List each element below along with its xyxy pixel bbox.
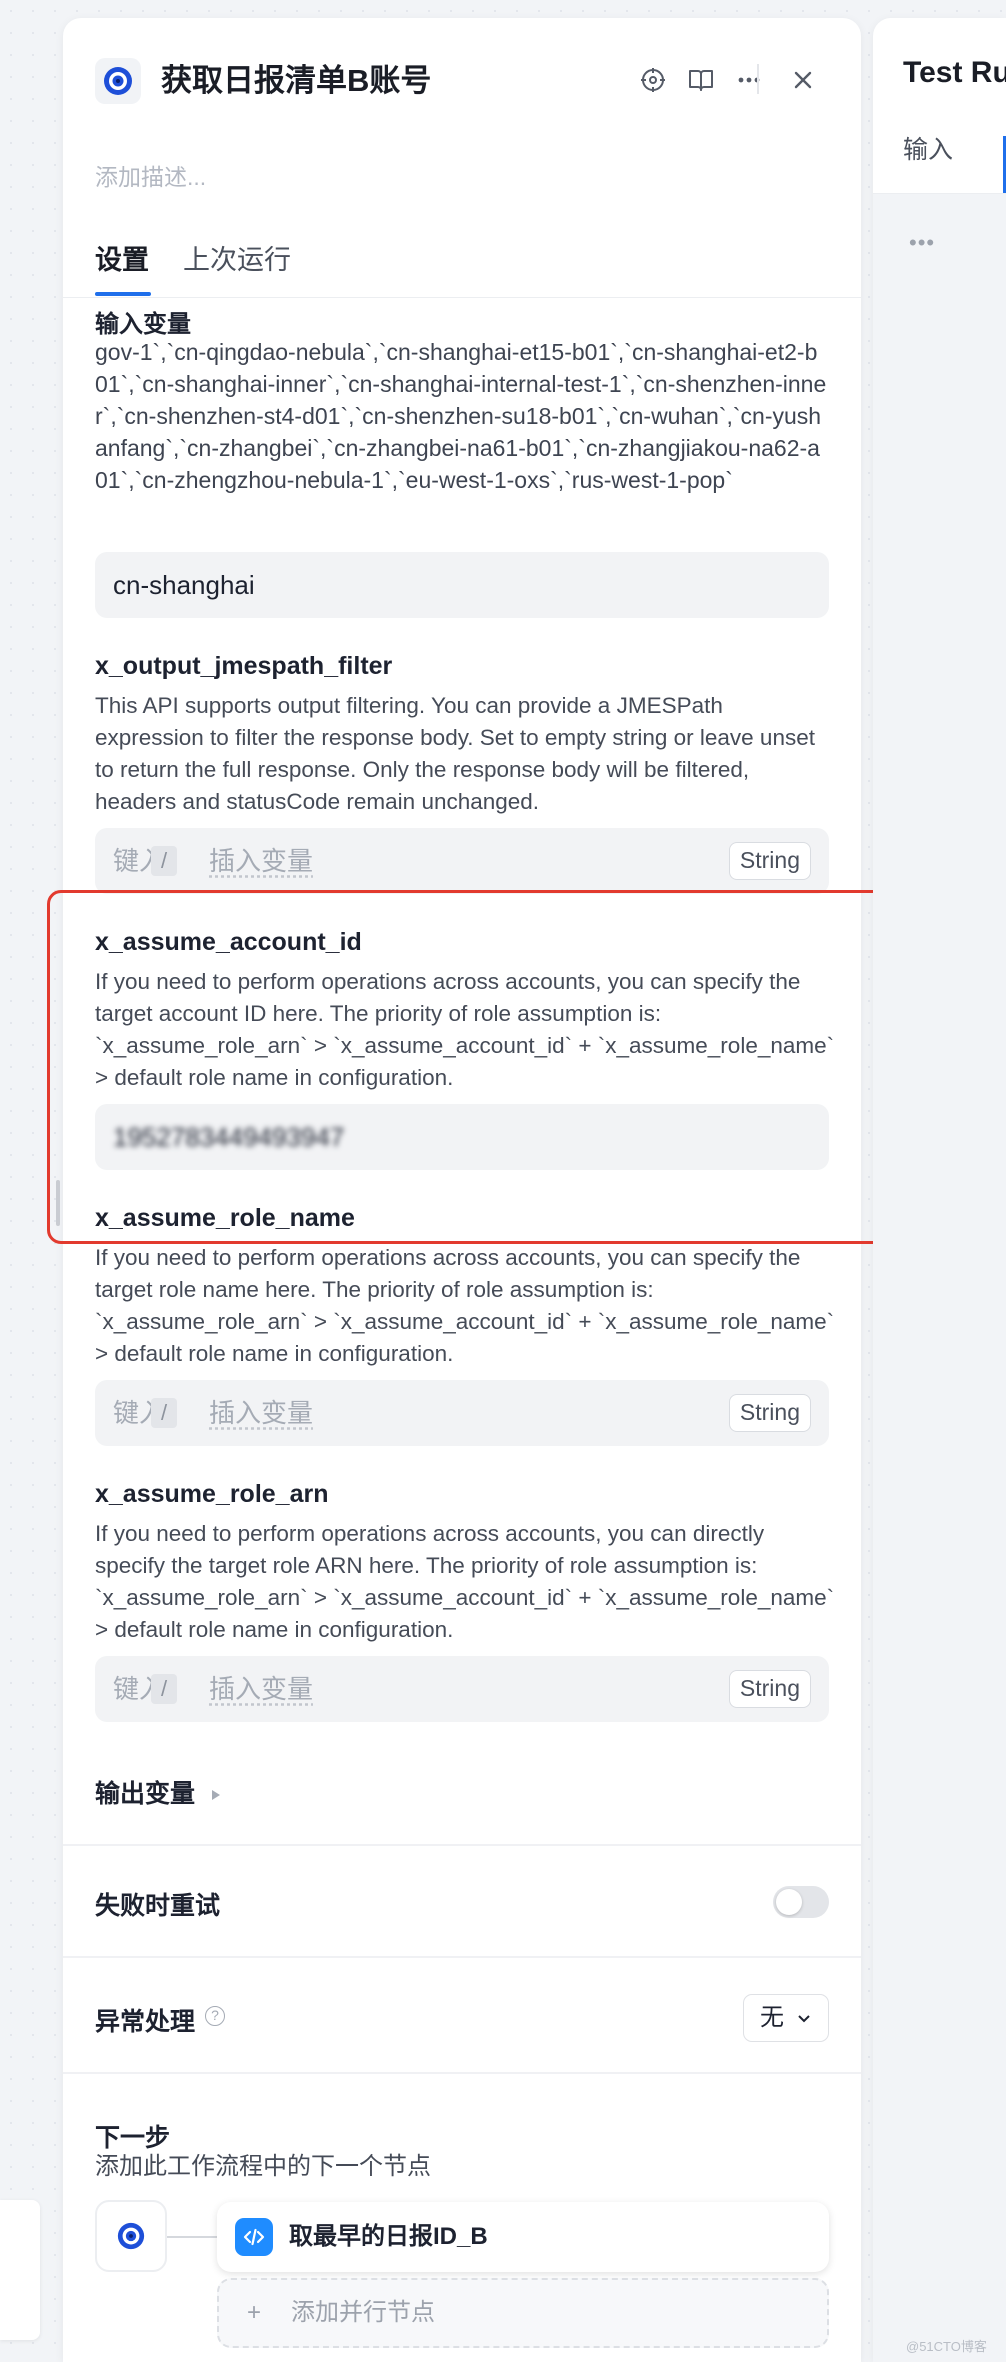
region-enum-description: gov-1`,`cn-qingdao-nebula`,`cn-shanghai-…	[95, 339, 827, 493]
test-run-panel: Test Ru 输入 •••	[873, 18, 1006, 2362]
role-arn-input[interactable]: 键入 / 插入变量 String	[95, 1656, 829, 1722]
field-desc-role-arn: If you need to perform operations across…	[95, 1521, 835, 1642]
next-step-description: 添加此工作流程中的下一个节点	[95, 2153, 431, 2180]
slash-key-hint: /	[151, 1398, 177, 1428]
retry-label: 失败时重试	[95, 1892, 221, 1920]
input-variables-heading: 输入变量	[95, 311, 191, 338]
add-parallel-node-button[interactable]: + 添加并行节点	[217, 2278, 829, 2348]
tool-node-icon	[95, 58, 141, 104]
test-run-body: •••	[873, 194, 1006, 2362]
retry-toggle[interactable]	[773, 1886, 829, 1918]
watermark: @51CTO博客	[906, 2339, 987, 2354]
chevron-down-icon	[797, 2014, 810, 2023]
tab-settings[interactable]: 设置	[95, 240, 149, 280]
toggle-knob	[776, 1889, 802, 1915]
field-desc-role-name: If you need to perform operations across…	[95, 1245, 835, 1366]
book-icon[interactable]	[683, 62, 719, 98]
crosshair-icon[interactable]	[635, 62, 671, 98]
output-variables-toggle[interactable]: 输出变量	[95, 1774, 222, 1810]
loading-dots-icon: •••	[909, 230, 936, 255]
section-divider	[63, 1844, 861, 1846]
field-name-jmespath: x_output_jmespath_filter	[95, 652, 393, 680]
header-divider	[757, 64, 759, 94]
tab-input[interactable]: 输入	[903, 130, 953, 166]
node-title[interactable]: 获取日报清单B账号	[161, 58, 431, 104]
type-badge: String	[728, 1670, 811, 1708]
tab-last-run[interactable]: 上次运行	[183, 240, 291, 280]
field-desc-jmespath: This API supports output filtering. You …	[95, 693, 815, 814]
tabs-divider	[63, 297, 861, 298]
slash-key-hint: /	[151, 846, 177, 876]
close-icon[interactable]	[785, 62, 821, 98]
more-icon[interactable]	[731, 62, 767, 98]
output-variables-label: 输出变量	[95, 1780, 196, 1808]
type-badge: String	[728, 842, 811, 880]
jmespath-input[interactable]: 键入 / 插入变量 String	[95, 828, 829, 894]
highlight-annotation-box	[47, 890, 945, 1244]
code-icon	[235, 2218, 273, 2256]
add-parallel-label: 添加并行节点	[291, 2299, 435, 2326]
region-value: cn-shanghai	[113, 570, 255, 600]
active-tab-indicator	[95, 292, 151, 296]
field-name-role-arn: x_assume_role_arn	[95, 1480, 329, 1508]
node-connector	[167, 2236, 217, 2238]
description-input[interactable]: 添加描述...	[95, 158, 206, 192]
section-divider	[63, 1956, 861, 1958]
current-node-icon	[95, 2200, 167, 2272]
test-run-title: Test Ru	[903, 56, 1006, 89]
plus-icon: +	[247, 2299, 262, 2326]
next-node-label: 取最早的日报ID_B	[289, 2223, 488, 2250]
role-name-input[interactable]: 键入 / 插入变量 String	[95, 1380, 829, 1446]
error-handling-select[interactable]: 无	[743, 1994, 829, 2042]
section-divider	[63, 2072, 861, 2074]
error-handling-label: 异常处理	[95, 2008, 196, 2036]
next-node-card[interactable]: 取最早的日报ID_B	[217, 2202, 829, 2272]
error-handling-value: 无	[760, 2004, 784, 2031]
canvas-node-fragment	[0, 2200, 40, 2340]
caret-right-icon	[211, 1790, 220, 1801]
insert-variable-link[interactable]: 插入变量	[209, 828, 313, 894]
insert-variable-link[interactable]: 插入变量	[209, 1656, 313, 1722]
insert-variable-link[interactable]: 插入变量	[209, 1380, 313, 1446]
region-field[interactable]: cn-shanghai	[95, 552, 829, 618]
type-badge: String	[728, 1394, 811, 1432]
panel-header: 获取日报清单B账号 添加描述... 设置 上次运行	[63, 18, 861, 296]
slash-key-hint: /	[151, 1674, 177, 1704]
help-icon[interactable]: ?	[205, 2006, 225, 2026]
